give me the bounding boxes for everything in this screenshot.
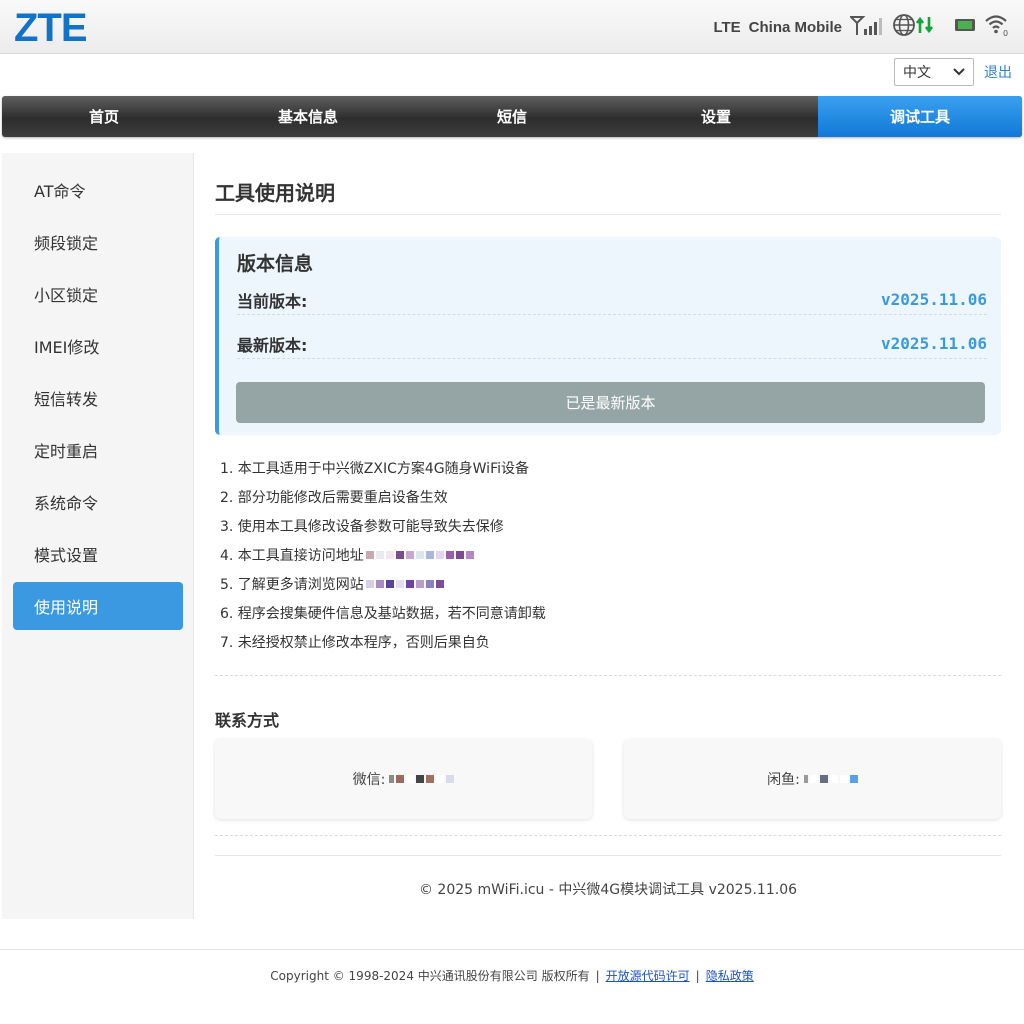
version-panel-title: 版本信息: [237, 253, 314, 275]
tool-footer: © 2025 mWiFi.icu - 中兴微4G模块调试工具 v2025.11.…: [418, 882, 798, 898]
xianyu-card: 闲鱼:: [624, 739, 1001, 819]
title-divider: [215, 214, 1001, 215]
section-divider: [215, 675, 1001, 676]
nav-debug-tools[interactable]: 调试工具: [818, 96, 1022, 137]
network-type: LTE: [713, 18, 741, 36]
redacted-xianyu-id: [803, 775, 858, 783]
list-item: 4. 本工具直接访问地址: [220, 540, 990, 569]
copyright-bar: Copyright © 1998-2024 中兴通讯股份有限公司 版权所有 | 开放…: [270, 969, 754, 983]
wechat-card: 微信:: [215, 739, 592, 819]
page-divider: [0, 949, 1024, 950]
open-source-license-link[interactable]: 开放源代码许可: [606, 969, 690, 983]
list-item: 7. 未经授权禁止修改本程序，否则后果自负: [220, 634, 490, 651]
sidebar-item-usage-guide[interactable]: 使用说明: [13, 582, 183, 630]
usage-notes: 1. 本工具适用于中兴微ZXIC方案4G随身WiFi设备 2. 部分功能修改后需…: [220, 453, 990, 656]
list-item: 2. 部分功能修改后需要重启设备生效: [220, 489, 448, 506]
sidebar-item-scheduled-reboot[interactable]: 定时重启: [13, 426, 183, 474]
top-header: ZTE LTE China Mobile 0: [0, 0, 1024, 54]
version-info-panel: 版本信息 当前版本: v2025.11.06 最新版本: v2025.11.06…: [215, 237, 1001, 435]
contact-title: 联系方式: [215, 711, 280, 730]
sidebar-item-at-command[interactable]: AT命令: [13, 166, 183, 214]
xianyu-label: 闲鱼:: [767, 772, 800, 788]
page-title: 工具使用说明: [215, 181, 335, 205]
nav-settings[interactable]: 设置: [614, 96, 818, 137]
zte-logo: ZTE: [14, 6, 88, 50]
sidebar-item-system-command[interactable]: 系统命令: [13, 478, 183, 526]
carrier-name: China Mobile: [748, 18, 842, 36]
sidebar-item-imei-edit[interactable]: IMEI修改: [13, 322, 183, 370]
list-item: 6. 程序会搜集硬件信息及基站数据，若不同意请卸载: [220, 605, 546, 622]
section-divider: [215, 835, 1001, 836]
data-arrows-icon: [915, 15, 934, 39]
redacted-address: [365, 550, 474, 559]
status-bar: LTE China Mobile 0: [713, 12, 1010, 42]
latest-version-row: 最新版本: v2025.11.06: [237, 329, 987, 359]
list-item: 3. 使用本工具修改设备参数可能导致失去保修: [220, 518, 504, 535]
nav-home[interactable]: 首页: [2, 96, 206, 137]
current-version-row: 当前版本: v2025.11.06: [237, 285, 987, 315]
language-row: 中文 退出: [894, 58, 1012, 86]
privacy-policy-link[interactable]: 隐私政策: [706, 969, 754, 983]
redacted-wechat-id: [389, 775, 455, 783]
up-to-date-button[interactable]: 已是最新版本: [236, 382, 985, 423]
logout-link[interactable]: 退出: [984, 62, 1012, 82]
wifi-icon: 0: [984, 13, 1010, 41]
latest-version-label: 最新版本:: [237, 335, 308, 355]
wechat-label: 微信:: [352, 772, 386, 788]
current-version-value: v2025.11.06: [881, 290, 987, 309]
signal-icon: [848, 14, 884, 40]
sidebar-item-sms-forward[interactable]: 短信转发: [13, 374, 183, 422]
copyright-text: Copyright © 1998-2024 中兴通讯股份有限公司 版权所有: [270, 969, 590, 983]
language-selected: 中文: [903, 65, 931, 81]
nav-basic-info[interactable]: 基本信息: [206, 96, 410, 137]
current-version-label: 当前版本:: [237, 291, 308, 311]
wifi-client-count: 0: [1003, 29, 1008, 37]
sidebar-item-mode-settings[interactable]: 模式设置: [13, 530, 183, 578]
redacted-website: [365, 579, 444, 588]
globe-icon: [892, 13, 916, 41]
sidebar-item-band-lock[interactable]: 频段锁定: [13, 218, 183, 266]
language-select[interactable]: 中文: [894, 58, 974, 86]
nav-sms[interactable]: 短信: [410, 96, 614, 137]
sidebar-item-cell-lock[interactable]: 小区锁定: [13, 270, 183, 318]
list-item: 5. 了解更多请浏览网站: [220, 569, 990, 598]
sidebar: AT命令 频段锁定 小区锁定 IMEI修改 短信转发 定时重启 系统命令 模式设…: [2, 153, 194, 919]
sim-icon: [954, 17, 976, 37]
main-nav: 首页 基本信息 短信 设置 调试工具: [2, 96, 1022, 137]
chevron-down-icon: [953, 64, 965, 80]
latest-version-value: v2025.11.06: [881, 334, 987, 353]
footer-divider: [215, 855, 1001, 856]
list-item: 1. 本工具适用于中兴微ZXIC方案4G随身WiFi设备: [220, 460, 529, 477]
